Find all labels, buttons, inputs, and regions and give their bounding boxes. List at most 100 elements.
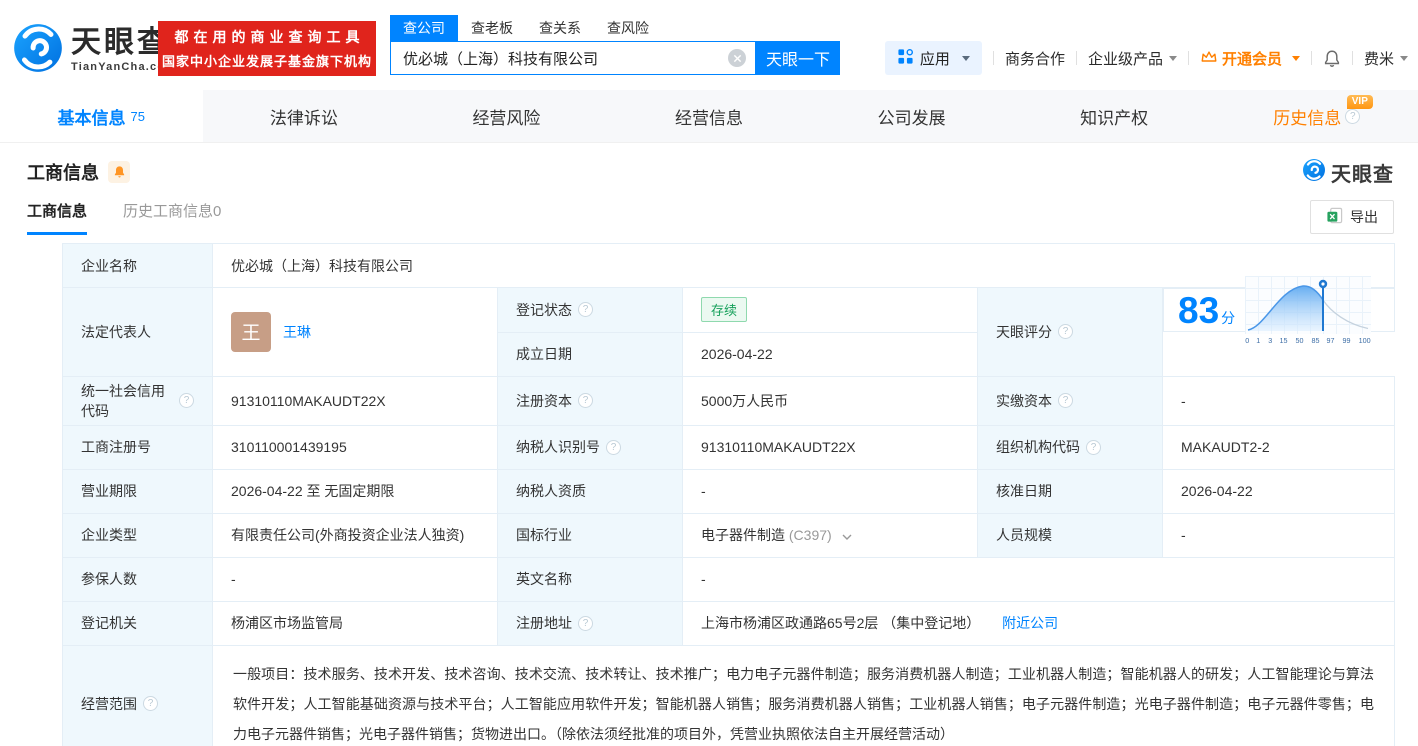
- help-icon[interactable]: ?: [143, 696, 158, 711]
- est-date-value: 2026-04-22: [682, 331, 978, 377]
- apps-menu-button[interactable]: 应用: [884, 41, 982, 75]
- help-icon[interactable]: ?: [1058, 393, 1073, 408]
- search-tab-risk[interactable]: 查风险: [594, 15, 662, 41]
- slogan-banner: 都在用的商业查询工具 国家中小企业发展子基金旗下机构: [158, 21, 376, 76]
- help-icon[interactable]: ?: [606, 439, 621, 455]
- slogan-line1: 都在用的商业查询工具: [174, 29, 365, 45]
- help-icon[interactable]: ?: [578, 302, 593, 318]
- enterprise-products-label: 企业级产品: [1087, 50, 1163, 68]
- chevron-down-icon[interactable]: [842, 527, 852, 543]
- search-button[interactable]: 天眼一下: [756, 41, 840, 75]
- industry-name: 电子器件制造: [701, 527, 785, 543]
- menu-divider: [992, 51, 994, 65]
- est-date-label: 成立日期: [497, 331, 683, 377]
- excel-icon: [1326, 207, 1343, 227]
- industry-label: 国标行业: [497, 512, 683, 558]
- help-icon[interactable]: ?: [578, 615, 593, 631]
- table-row: 经营范围 ? 一般项目：技术服务、技术开发、技术咨询、技术交流、技术转让、技术推…: [62, 644, 1396, 746]
- nearby-companies-link[interactable]: 附近公司: [1002, 615, 1058, 631]
- tianyancha-watermark: 天眼查: [1302, 158, 1394, 187]
- score-distribution-chart: 01 3 15 50 85 97 99 100: [1245, 275, 1373, 345]
- table-row: 法定代表人 王 王琳 登记状态 ? 存续 天眼评分 ? 83 分 0 1 3 1…: [62, 275, 1395, 377]
- help-icon[interactable]: ?: [1058, 324, 1073, 340]
- score-label: 天眼评分 ?: [977, 287, 1163, 377]
- reg-capital-value: 5000万人民币: [682, 375, 978, 426]
- open-vip-label: 开通会员: [1221, 50, 1282, 68]
- paid-capital-value: -: [1161, 375, 1396, 426]
- user-menu[interactable]: 费米: [1364, 48, 1408, 69]
- tab-operation-info[interactable]: 经营信息: [608, 90, 811, 142]
- staff-size-value: -: [1161, 512, 1396, 558]
- reg-address-value: 上海市杨浦区政通路65号2层 （集中登记地） 附近公司: [681, 600, 1396, 646]
- paid-capital-label: 实缴资本 ?: [977, 375, 1163, 426]
- subtab-history-business-info[interactable]: 历史工商信息0: [123, 200, 221, 232]
- taxpayer-quality-label: 纳税人资质: [497, 468, 683, 514]
- clear-search-icon[interactable]: [728, 49, 746, 67]
- notification-bell-icon[interactable]: [1323, 49, 1341, 68]
- table-row: 企业名称 优必城（上海）科技有限公司: [62, 243, 1396, 288]
- reg-number-value: 310110001439195: [212, 424, 498, 470]
- tab-basic-info[interactable]: 基本信息 75: [0, 90, 203, 142]
- business-term-value: 2026-04-22 至 无固定期限: [212, 468, 498, 514]
- help-icon[interactable]: ?: [179, 393, 194, 408]
- search-tabs: 查公司 查老板 查关系 查风险: [390, 15, 840, 41]
- chevron-down-icon: [961, 55, 970, 61]
- tab-basic-info-label: 基本信息: [57, 108, 126, 128]
- score-value-cell: 83 分 01 3 15 50 85 97 99 100: [1163, 275, 1395, 344]
- company-name-value: 优必城（上海）科技有限公司: [211, 243, 1396, 288]
- open-vip-link[interactable]: 开通会员: [1200, 48, 1300, 69]
- score-unit: 分: [1221, 309, 1236, 326]
- reg-capital-label: 注册资本 ?: [497, 375, 683, 426]
- enterprise-products-link[interactable]: 企业级产品: [1088, 48, 1177, 69]
- approval-date-value: 2026-04-22: [1161, 468, 1396, 514]
- watermark-label: 天眼查: [1331, 163, 1394, 186]
- reg-status-label: 登记状态 ?: [497, 287, 683, 333]
- table-row: 统一社会信用代码 ? 91310110MAKAUDT22X 注册资本 ? 500…: [62, 375, 1396, 426]
- tab-company-development[interactable]: 公司发展: [810, 90, 1013, 142]
- legal-rep-avatar[interactable]: 王: [231, 311, 271, 352]
- crown-icon: [1200, 50, 1218, 67]
- search-tab-company[interactable]: 查公司: [390, 15, 458, 41]
- tab-history-info[interactable]: 历史信息 ? VIP: [1215, 90, 1418, 142]
- legal-rep-name-link[interactable]: 王琳: [283, 322, 311, 342]
- company-nav-tabs: 基本信息 75 法律诉讼 经营风险 经营信息 公司发展 知识产权 历史信息 ? …: [0, 90, 1418, 143]
- site-header: 天眼查 TianYanCha.com 都在用的商业查询工具 国家中小企业发展子基…: [0, 0, 1418, 90]
- export-button[interactable]: 导出: [1310, 200, 1394, 234]
- reg-number-label: 工商注册号: [62, 424, 213, 470]
- insured-count-label: 参保人数: [62, 556, 213, 602]
- help-icon[interactable]: ?: [1086, 439, 1101, 455]
- header-menu: 应用 商务合作 企业级产品 开通会员 费米: [884, 41, 1408, 75]
- subtab-business-info[interactable]: 工商信息: [27, 200, 88, 235]
- credit-code-value: 91310110MAKAUDT22X: [212, 375, 498, 426]
- tab-legal-proceedings[interactable]: 法律诉讼: [203, 90, 406, 142]
- chevron-down-icon: [1168, 55, 1177, 61]
- search-tab-boss[interactable]: 查老板: [458, 15, 526, 41]
- tianyancha-logo[interactable]: 天眼查 TianYanCha.com: [12, 22, 176, 79]
- tianyancha-swirl-icon: [12, 22, 64, 79]
- vip-badge: VIP: [1346, 95, 1373, 109]
- table-row: 营业期限 2026-04-22 至 无固定期限 纳税人资质 - 核准日期 202…: [62, 468, 1396, 514]
- status-badge: 存续: [701, 297, 748, 323]
- search-tab-relation[interactable]: 查关系: [526, 15, 594, 41]
- export-label: 导出: [1350, 209, 1378, 225]
- section-title: 工商信息: [27, 163, 99, 183]
- tianyancha-swirl-icon: [1302, 158, 1326, 187]
- apps-grid-icon: [897, 48, 914, 69]
- legal-rep-label: 法定代表人: [62, 287, 213, 377]
- score-chart-x-axis: 01 3 15 50 85 97 99 100: [1245, 335, 1371, 345]
- search-input[interactable]: [390, 41, 756, 75]
- tab-intellectual-property[interactable]: 知识产权: [1013, 90, 1216, 142]
- help-icon[interactable]: ?: [1345, 108, 1361, 124]
- insured-count-value: -: [212, 556, 498, 602]
- english-name-value: -: [681, 556, 1396, 602]
- help-icon[interactable]: ?: [578, 393, 593, 408]
- menu-divider: [1310, 51, 1312, 65]
- company-type-value: 有限责任公司(外商投资企业法人独资): [212, 512, 498, 558]
- subscribe-bell-icon[interactable]: [108, 161, 130, 183]
- business-cooperation-link[interactable]: 商务合作: [1005, 48, 1065, 69]
- tab-history-info-label: 历史信息: [1273, 108, 1342, 128]
- tab-operation-risk[interactable]: 经营风险: [405, 90, 608, 142]
- org-code-value: MAKAUDT2-2: [1161, 424, 1396, 470]
- staff-size-label: 人员规模: [977, 512, 1163, 558]
- taxpayer-id-value: 91310110MAKAUDT22X: [682, 424, 978, 470]
